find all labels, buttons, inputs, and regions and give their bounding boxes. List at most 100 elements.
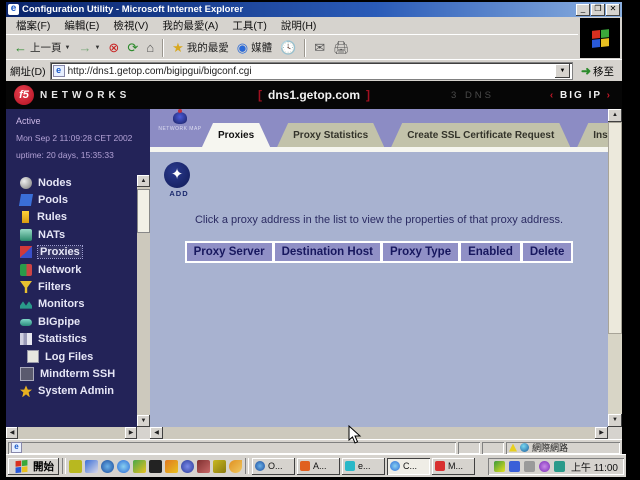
menu-tools[interactable]: 工具(T): [226, 17, 272, 34]
stop-button[interactable]: ⊗: [104, 39, 123, 56]
scroll-down-icon[interactable]: ▼: [137, 415, 150, 427]
menu-edit[interactable]: 編輯(E): [58, 17, 105, 34]
task-button-2[interactable]: A...: [297, 458, 340, 475]
quicklaunch-icon-6[interactable]: [149, 460, 162, 473]
show-desktop-icon[interactable]: [85, 460, 98, 473]
task-button-3[interactable]: e...: [342, 458, 385, 475]
menu-file[interactable]: 檔案(F): [10, 17, 56, 34]
forward-dropdown-icon[interactable]: ▼: [94, 45, 100, 51]
back-arrow-icon: ←: [14, 41, 27, 54]
tab-install-ssl-certificate[interactable]: Install SSL Certifi: [577, 123, 608, 147]
quicklaunch-icon-11[interactable]: [229, 460, 242, 473]
scroll-up-icon[interactable]: ▲: [608, 109, 622, 122]
tray-icon-5[interactable]: [554, 461, 565, 472]
status-segment: [458, 442, 480, 454]
tray-icon-2[interactable]: [509, 461, 520, 472]
minimize-button[interactable]: _: [576, 4, 590, 16]
main-vscroll-thumb[interactable]: [608, 122, 622, 334]
quicklaunch-icon-7[interactable]: [165, 460, 178, 473]
scroll-left-icon[interactable]: ◀: [150, 427, 163, 439]
address-label: 網址(D): [10, 64, 46, 79]
task-button-configuration-utility[interactable]: C...: [387, 458, 430, 475]
quicklaunch-icon-8[interactable]: [181, 460, 194, 473]
task-button-1[interactable]: O...: [252, 458, 295, 475]
quicklaunch-icon-9[interactable]: [197, 460, 210, 473]
address-input[interactable]: e http://dns1.getop.com/bigipgui/bigconf…: [50, 62, 573, 80]
taskbar-clock[interactable]: 上午 11:00: [571, 459, 618, 474]
maximize-button[interactable]: ❐: [591, 4, 605, 16]
sidebar-item-rules[interactable]: Rules: [20, 209, 150, 226]
main-hscroll-track[interactable]: [163, 427, 595, 439]
scroll-right-icon[interactable]: ▶: [595, 427, 608, 439]
menu-favorites[interactable]: 我的最愛(A): [156, 17, 224, 34]
tab-proxy-statistics[interactable]: Proxy Statistics: [277, 123, 384, 147]
sidebar-item-mindterm-ssh[interactable]: Mindterm SSH: [20, 365, 150, 382]
quicklaunch-icon-5[interactable]: [133, 460, 146, 473]
sidebar-item-nodes[interactable]: Nodes: [20, 174, 150, 191]
tab-create-ssl-certificate-request[interactable]: Create SSL Certificate Request: [391, 123, 570, 147]
main-vertical-scrollbar[interactable]: ▲ ▼: [608, 109, 622, 427]
history-button[interactable]: 🕓: [276, 39, 300, 56]
tab-proxies[interactable]: Proxies: [202, 123, 270, 147]
proxies-icon: [20, 246, 32, 258]
menu-view[interactable]: 檢視(V): [107, 17, 154, 34]
status-uptime: uptime: 20 days, 15:35:33: [16, 150, 150, 160]
sidebar-item-statistics[interactable]: Statistics: [20, 331, 150, 348]
address-dropdown-icon[interactable]: ▼: [555, 64, 570, 78]
sidebar-item-nats[interactable]: NATs: [20, 226, 150, 243]
home-button[interactable]: ⌂: [142, 39, 158, 56]
sidebar-item-label: BIGpipe: [38, 316, 80, 328]
quicklaunch-icon-10[interactable]: [213, 460, 226, 473]
media-button[interactable]: ◉ 媒體: [233, 38, 276, 57]
print-button[interactable]: 🖨: [329, 39, 354, 56]
bigip-text: BIG IP: [560, 90, 602, 101]
sidebar-item-proxies[interactable]: Proxies: [20, 244, 150, 261]
sidebar-item-log-files[interactable]: Log Files: [20, 348, 150, 365]
tray-icon-3[interactable]: [524, 461, 535, 472]
task-button-5[interactable]: M...: [432, 458, 475, 475]
menu-help[interactable]: 說明(H): [275, 17, 323, 34]
frameset: Active Mon Sep 2 11:09:28 CET 2002 uptim…: [6, 109, 622, 439]
sidebar-item-bigpipe[interactable]: BIGpipe: [20, 313, 150, 330]
network-map-button[interactable]: NETWORK MAP: [156, 112, 204, 132]
sidebar-item-filters[interactable]: Filters: [20, 278, 150, 295]
refresh-button[interactable]: ⟳: [123, 39, 142, 56]
tray-icon-4[interactable]: [539, 461, 550, 472]
sidebar-vscroll-thumb[interactable]: [137, 189, 150, 233]
start-button[interactable]: 開始: [8, 458, 59, 475]
sidebar-horizontal-scrollbar[interactable]: ◀ ▶: [6, 427, 137, 439]
scroll-right-icon[interactable]: ▶: [125, 427, 137, 439]
back-dropdown-icon[interactable]: ▼: [65, 45, 71, 51]
tab-strip: NETWORK MAP Proxies Proxy Statistics Cre…: [150, 109, 608, 147]
quicklaunch-icon-1[interactable]: [69, 460, 82, 473]
main-horizontal-scrollbar[interactable]: ◀ ▶: [150, 427, 608, 439]
sidebar-item-system-admin[interactable]: System Admin: [20, 383, 150, 400]
sidebar-vertical-scrollbar[interactable]: ▲ ▼: [137, 175, 150, 427]
sidebar-item-network[interactable]: Network: [20, 261, 150, 278]
system-tray: 上午 11:00: [488, 458, 624, 475]
quicklaunch-icon-4[interactable]: [117, 460, 130, 473]
add-proxy-button[interactable]: ✦ ADD: [164, 162, 194, 198]
scroll-left-icon[interactable]: ◀: [6, 427, 18, 439]
close-button[interactable]: ✕: [606, 4, 620, 16]
navigation-sidebar: Active Mon Sep 2 11:09:28 CET 2002 uptim…: [6, 109, 150, 439]
favorites-button[interactable]: ★ 我的最愛: [168, 38, 233, 57]
browser-toolbar: ← 上一頁 ▼ → ▼ ⊗ ⟳ ⌂ ★ 我的最愛 ◉ 媒體 🕓: [6, 34, 578, 60]
scroll-up-icon[interactable]: ▲: [137, 175, 150, 187]
ie-quicklaunch-icon[interactable]: [101, 460, 114, 473]
main-vscroll-track[interactable]: [608, 122, 622, 414]
tray-icon-1[interactable]: [494, 461, 505, 472]
sidebar-item-monitors[interactable]: Monitors: [20, 296, 150, 313]
scroll-down-icon[interactable]: ▼: [608, 414, 622, 427]
forward-button[interactable]: → ▼: [74, 39, 104, 56]
sidebar-vscroll-track[interactable]: [137, 187, 150, 415]
back-button[interactable]: ← 上一頁 ▼: [10, 38, 74, 57]
mail-button[interactable]: ✉: [310, 39, 329, 56]
sidebar-item-pools[interactable]: Pools: [20, 191, 150, 208]
toolbar-separator: [162, 39, 164, 57]
title-bar: e Configuration Utility - Microsoft Inte…: [6, 2, 622, 17]
sidebar-hscroll-track[interactable]: [18, 427, 125, 439]
address-bar: 網址(D) e http://dns1.getop.com/bigipgui/b…: [6, 59, 622, 82]
go-button[interactable]: ➜ 移至: [577, 64, 618, 79]
column-destination-host: Destination Host: [273, 241, 381, 263]
